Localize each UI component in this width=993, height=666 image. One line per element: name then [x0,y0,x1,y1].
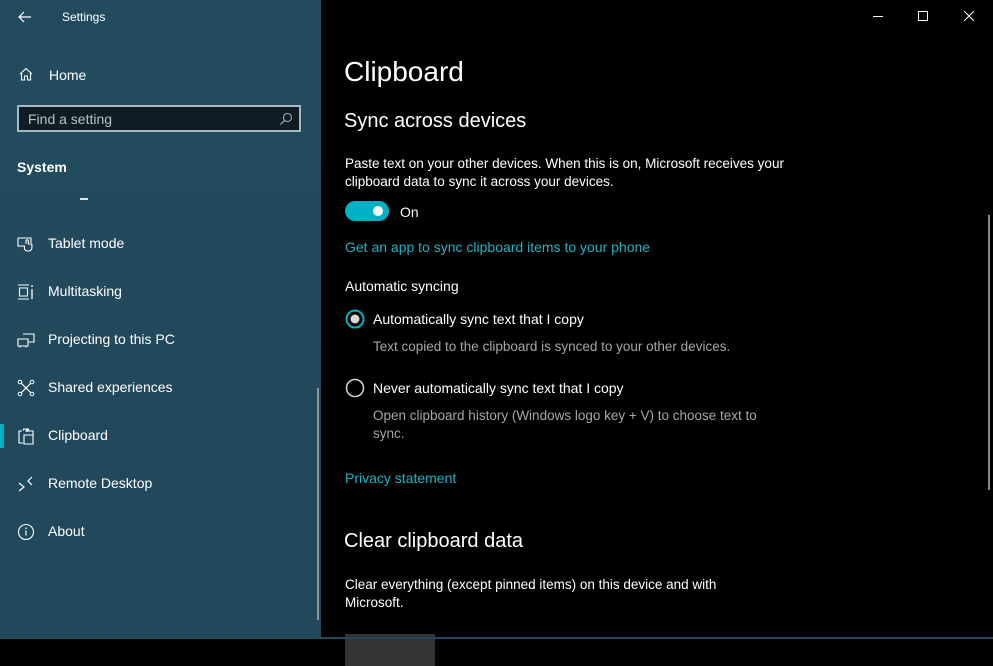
sidebar-item-label: Projecting to this PC [48,331,175,347]
home-label: Home [49,67,87,83]
sidebar-home[interactable]: Home [0,62,300,88]
toggle-knob [373,206,383,216]
sync-heading: Sync across devices [344,110,527,132]
minimize-icon [873,16,883,17]
search-box[interactable] [17,105,301,132]
sidebar-item-label: About [48,523,85,539]
sidebar-item-label: Shared experiences [48,379,173,395]
privacy-statement-link[interactable]: Privacy statement [345,470,456,486]
sidebar-item-label: Remote Desktop [48,475,153,491]
back-button[interactable] [14,6,36,28]
minimize-button[interactable] [855,0,901,32]
radio-never-sync[interactable] [345,378,365,398]
sidebar-item-about[interactable]: About [0,511,300,551]
sidebar-item-label: Tablet mode [48,235,125,251]
sidebar-item-label: Multitasking [48,283,122,299]
sidebar-scrollbar[interactable] [317,388,319,620]
home-icon [19,67,33,81]
sidebar-item-shared-experiences[interactable]: Shared experiences [0,367,300,407]
clear-heading: Clear clipboard data [344,530,523,552]
info-icon [17,523,35,541]
partial-nav-item [80,198,88,200]
sidebar-item-multitasking[interactable]: Multitasking [0,271,300,311]
sync-description: Paste text on your other devices. When t… [345,156,784,189]
projecting-icon [17,333,35,348]
sidebar: Settings Home System Tablet mode Multita… [0,0,321,639]
toggle-state-label: On [400,204,419,220]
sync-toggle[interactable] [345,201,389,221]
multitasking-icon [18,284,33,300]
maximize-button[interactable] [900,0,946,32]
page-title: Clipboard [344,56,464,87]
sidebar-item-remote-desktop[interactable]: Remote Desktop [0,463,300,503]
sidebar-item-clipboard[interactable]: Clipboard [0,415,300,455]
sidebar-item-projecting[interactable]: Projecting to this PC [0,319,300,359]
radio-auto-sync[interactable] [345,309,365,329]
back-arrow-icon [18,11,31,23]
close-button[interactable] [946,0,992,32]
sidebar-item-label: Clipboard [48,427,108,443]
sidebar-item-tablet-mode[interactable]: Tablet mode [0,223,300,263]
never-sync-option-label[interactable]: Never automatically sync text that I cop… [373,380,624,396]
active-indicator [0,424,4,448]
automatic-syncing-label: Automatic syncing [345,278,459,294]
auto-sync-option-description: Text copied to the clipboard is synced t… [373,339,731,354]
section-title: System [17,159,67,175]
auto-sync-option-label[interactable]: Automatically sync text that I copy [373,311,584,327]
search-input[interactable] [28,110,268,128]
shared-experiences-icon [17,379,35,397]
clear-description: Clear everything (except pinned items) o… [345,577,717,610]
search-icon[interactable] [279,112,293,126]
get-app-link[interactable]: Get an app to sync clipboard items to yo… [345,239,650,255]
main-scrollbar[interactable] [988,215,990,490]
app-title: Settings [62,10,106,24]
remote-desktop-icon [18,476,33,492]
close-icon [964,11,974,21]
clipboard-icon [18,428,34,445]
maximize-icon [918,11,928,21]
tablet-mode-icon [17,237,33,252]
never-sync-option-description: Open clipboard history (Windows logo key… [373,408,757,441]
